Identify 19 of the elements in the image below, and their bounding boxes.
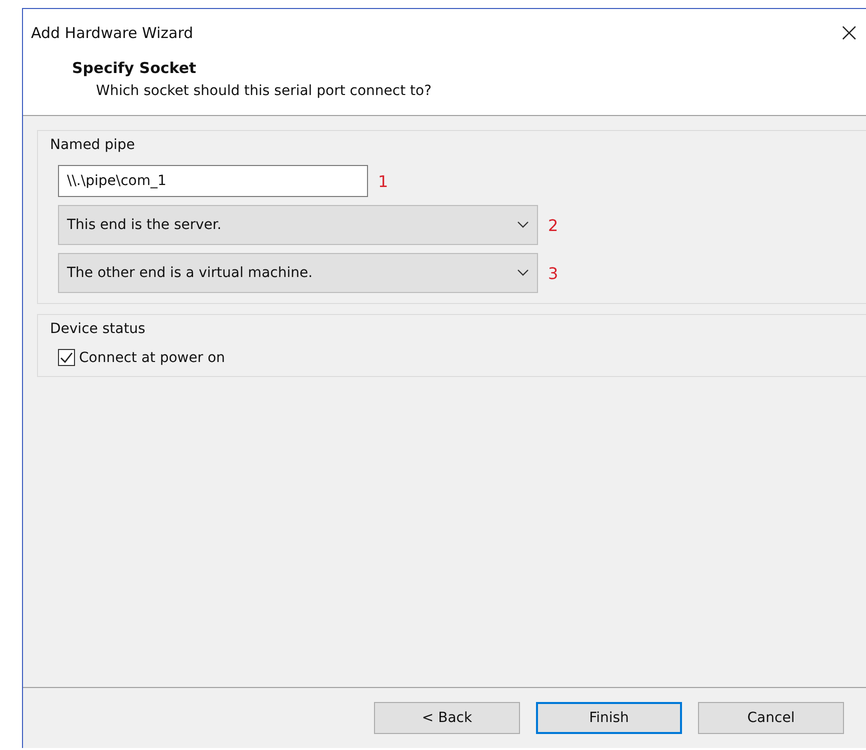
wizard-button[interactable]: Finish xyxy=(536,702,682,734)
chevron-down-icon xyxy=(517,221,529,229)
dropdown[interactable]: The other end is a virtual machine. xyxy=(58,253,538,293)
dropdown[interactable]: This end is the server. xyxy=(58,205,538,245)
annotation-number: 2 xyxy=(548,216,558,234)
wizard-button[interactable]: Cancel xyxy=(698,702,844,734)
page-title: Specify Socket xyxy=(72,59,198,77)
wizard-button[interactable]: < Back xyxy=(374,702,520,734)
chevron-down-icon xyxy=(517,269,529,277)
window-title: Add Hardware Wizard xyxy=(31,24,194,42)
checkbox-label[interactable]: Connect at power on xyxy=(79,350,226,366)
annotation-number: 1 xyxy=(378,172,388,190)
page-subtitle: Which socket should this serial port connect to? xyxy=(95,83,433,99)
close-button[interactable]: × xyxy=(832,20,866,46)
group-label: Device status xyxy=(50,320,146,339)
annotation-number: 3 xyxy=(548,264,558,282)
group-label: Named pipe xyxy=(50,136,135,155)
pipe-path-field[interactable]: \\.\pipe\com_1 xyxy=(58,165,368,197)
checkbox[interactable] xyxy=(58,349,75,366)
